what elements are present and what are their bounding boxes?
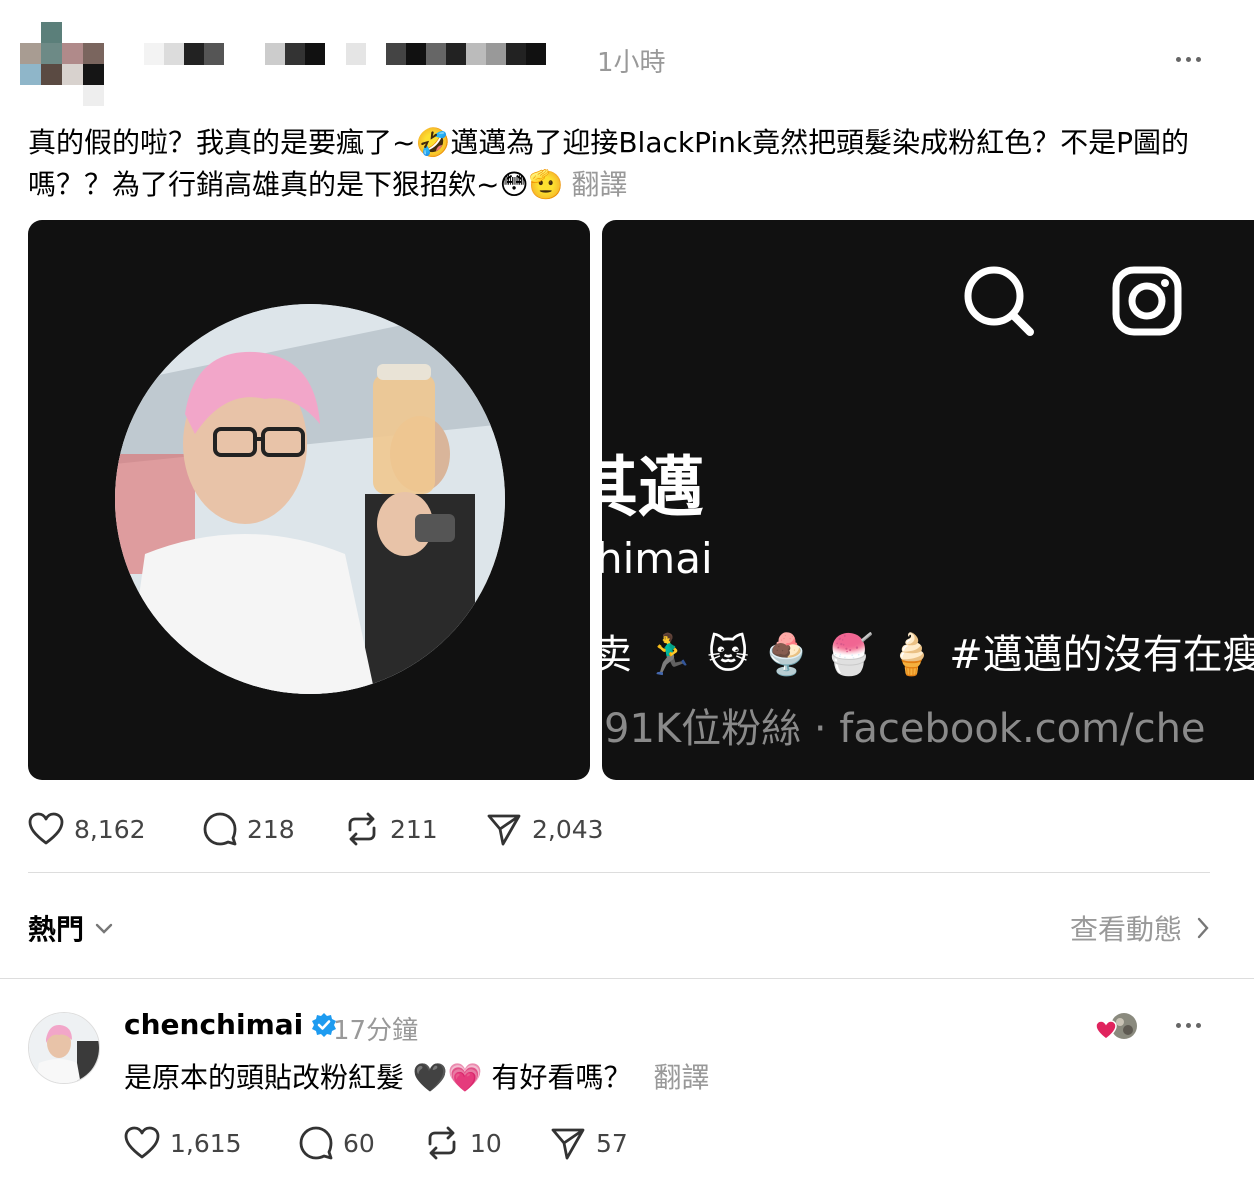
share-icon <box>551 1128 585 1160</box>
more-icon[interactable] <box>1176 1016 1210 1034</box>
reply-timestamp: 17分鐘 <box>333 1016 419 1046</box>
author-liked-indicator <box>1094 1012 1142 1044</box>
repost-icon <box>348 812 376 846</box>
comment-button[interactable]: 218 <box>203 812 295 846</box>
reply-share-button[interactable]: 57 <box>550 1126 628 1160</box>
divider <box>0 978 1254 979</box>
reply-username[interactable]: chenchimai <box>124 1008 303 1041</box>
repost-count: 211 <box>390 814 438 844</box>
reply-like-button[interactable]: 1,615 <box>124 1126 242 1160</box>
liked-by-avatar <box>1095 1013 1137 1040</box>
reply-like-count: 1,615 <box>170 1128 242 1158</box>
reply-avatar-image <box>29 1013 99 1083</box>
post-header: 1小時 <box>0 0 1254 110</box>
post-image-1[interactable] <box>28 220 590 780</box>
profile-handle: himai <box>602 534 713 583</box>
sort-label: 熱門 <box>28 913 85 946</box>
profile-bio: 卖 🏃‍♂️ 🐱 🍨 🍧 🍦 #邁邁的沒有在瘦 <box>602 632 1254 678</box>
instagram-icon <box>1112 266 1182 336</box>
translate-link[interactable]: 翻譯 <box>654 1061 710 1094</box>
share-button[interactable]: 2,043 <box>486 812 604 846</box>
more-icon[interactable] <box>1176 50 1210 68</box>
view-activity-link[interactable]: 查看動態 <box>1070 908 1210 948</box>
search-icon <box>964 266 1034 336</box>
chevron-down-icon <box>95 923 113 934</box>
sort-dropdown[interactable]: 熱門 <box>28 908 114 948</box>
reply-username-row[interactable]: chenchimai <box>124 1008 337 1041</box>
profile-display-name: 其邁 <box>602 449 704 526</box>
profile-photo <box>115 304 505 694</box>
reply-comment-count: 60 <box>343 1128 375 1158</box>
view-activity-label: 查看動態 <box>1069 913 1182 946</box>
author-username-part <box>386 43 546 65</box>
share-count: 2,043 <box>532 814 604 844</box>
reply-share-count: 57 <box>596 1128 628 1158</box>
post-text: 真的假的啦？我真的是要瘋了~🤣邁邁為了迎接BlackPink竟然把頭髮染成粉紅色… <box>28 122 1228 206</box>
translate-link[interactable]: 翻譯 <box>572 168 628 201</box>
like-button[interactable]: 8,162 <box>28 812 146 846</box>
reply-body: 是原本的頭貼改粉紅髮 🖤💗 有好看嗎？ <box>124 1061 632 1094</box>
author-username-part <box>265 43 325 65</box>
repost-icon <box>428 1126 456 1160</box>
like-count: 8,162 <box>74 814 146 844</box>
repost-button[interactable]: 211 <box>344 812 438 846</box>
reply-avatar[interactable] <box>28 1012 100 1084</box>
reply-text: 是原本的頭貼改粉紅髮 🖤💗 有好看嗎？ 翻譯 <box>124 1056 710 1096</box>
comment-icon <box>299 1126 333 1160</box>
share-icon <box>487 814 521 846</box>
chevron-right-icon <box>1197 917 1209 939</box>
portrait-illustration <box>115 304 505 694</box>
heart-icon <box>28 812 64 845</box>
heart-icon <box>124 1126 160 1159</box>
comment-icon <box>203 812 237 846</box>
reply-repost-count: 10 <box>470 1128 502 1158</box>
comment-count: 218 <box>247 814 295 844</box>
post-timestamp: 1小時 <box>597 48 666 78</box>
author-username[interactable] <box>144 43 224 65</box>
author-username-part <box>346 43 366 65</box>
reply-comment-button[interactable]: 60 <box>299 1126 375 1160</box>
reply-repost-button[interactable]: 10 <box>424 1126 502 1160</box>
post-image-2[interactable]: 其邁 himai 卖 🏃‍♂️ 🐱 🍨 🍧 🍦 #邁邁的沒有在瘦 91K位粉絲 … <box>602 220 1254 780</box>
author-avatar[interactable] <box>20 22 104 106</box>
profile-followers: 91K位粉絲 · facebook.com/che <box>604 706 1206 752</box>
divider <box>28 872 1210 873</box>
